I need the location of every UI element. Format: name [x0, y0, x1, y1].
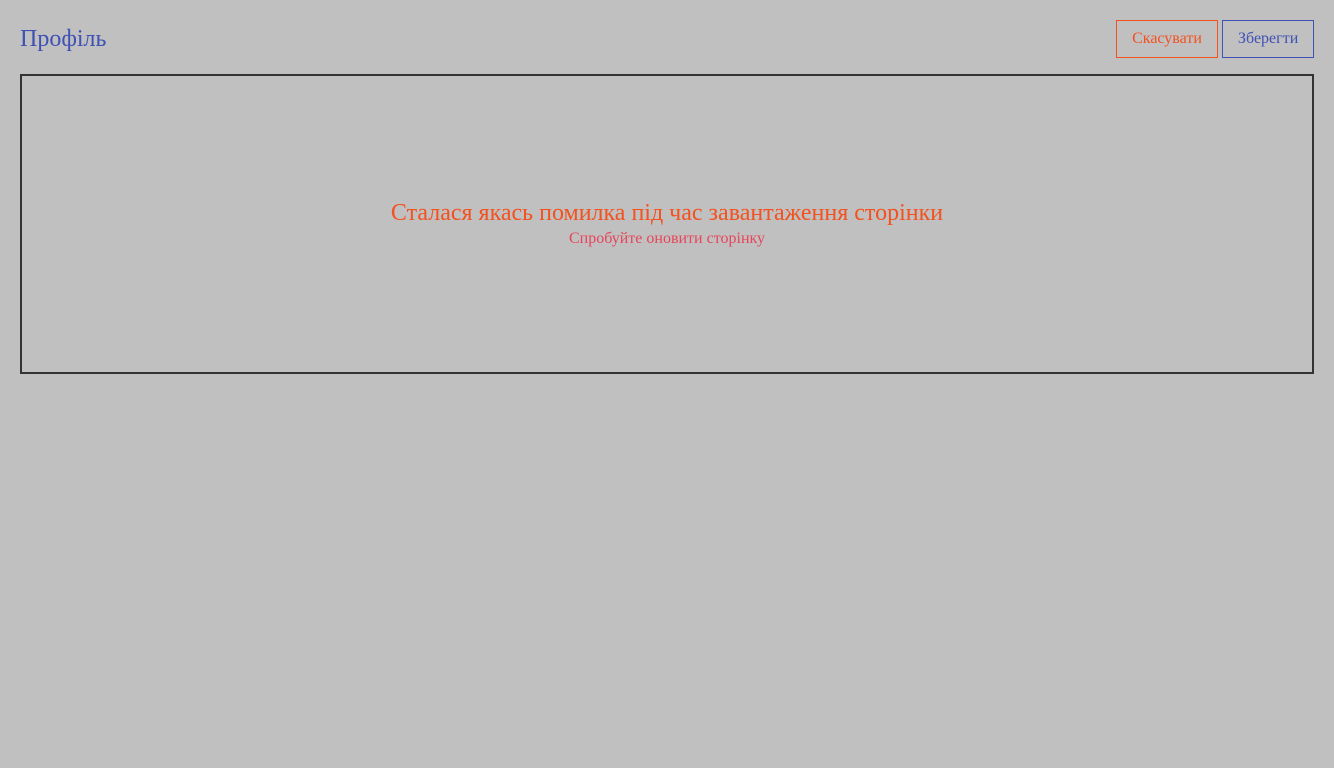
page-title: Профіль — [20, 26, 107, 52]
page-header: Профіль Скасувати Зберегти — [20, 20, 1314, 58]
header-actions: Скасувати Зберегти — [1116, 20, 1314, 58]
save-button[interactable]: Зберегти — [1222, 20, 1314, 58]
profile-page: Профіль Скасувати Зберегти Сталася якась… — [0, 0, 1334, 768]
error-message-block: Сталася якась помилка під час завантажен… — [22, 198, 1312, 250]
error-hint: Спробуйте оновити сторінку — [568, 230, 766, 247]
cancel-button[interactable]: Скасувати — [1116, 20, 1218, 58]
error-message: Сталася якась помилка під час завантажен… — [390, 200, 944, 226]
content-panel: Сталася якась помилка під час завантажен… — [20, 74, 1314, 374]
